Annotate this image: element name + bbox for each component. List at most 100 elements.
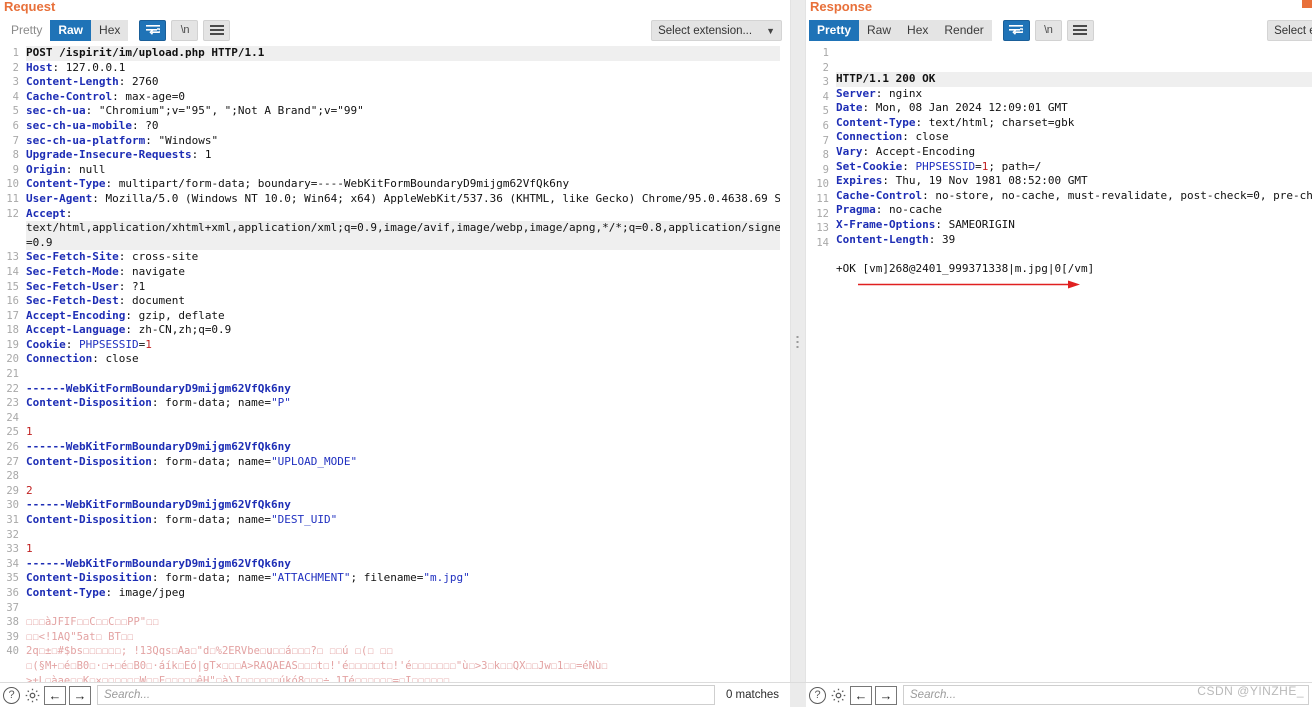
- panes-container: Request Pretty Raw Hex \n Select extensi…: [0, 0, 1312, 682]
- code-line: Content-Disposition: form-data; name="P": [26, 396, 790, 411]
- request-vertical-scrollbar[interactable]: [780, 44, 790, 682]
- code-token: Cache-Control: [836, 188, 923, 202]
- response-editor[interactable]: 1 2 3 4 5 6 7 8 9 10 11 12 13 14 HTTP/1.1 200 OK Serve…: [806, 44, 1312, 682]
- response-tab-raw[interactable]: Raw: [859, 19, 900, 41]
- line-number: 11: [816, 192, 829, 205]
- menu-icon[interactable]: [203, 19, 231, 41]
- word-wrap-icon[interactable]: [139, 19, 167, 41]
- request-tab-raw[interactable]: Raw: [50, 19, 92, 41]
- response-tab-pretty[interactable]: Pretty: [809, 19, 860, 41]
- line-number: 21: [6, 368, 19, 381]
- line-number: 1: [12, 47, 19, 59]
- line-number: 28: [6, 470, 19, 483]
- code-line: Vary: Accept-Encoding: [836, 145, 1312, 160]
- code-token: Content-Type: [836, 115, 916, 129]
- code-line: X-Frame-Options: SAMEORIGIN: [836, 218, 1312, 233]
- code-token: sec-ch-ua-mobile: [26, 118, 132, 132]
- response-code[interactable]: HTTP/1.1 200 OK Server: nginx Date: Mon, 0…: [832, 44, 1312, 682]
- line-number: 9: [822, 163, 829, 176]
- request-tab-pretty[interactable]: Pretty: [3, 20, 50, 41]
- code-token: Content-Length: [26, 75, 119, 89]
- code-line: Accept:: [26, 207, 790, 222]
- code-token: "ATTACHMENT": [271, 571, 351, 585]
- word-wrap-icon[interactable]: [1002, 19, 1030, 41]
- search-prev-button[interactable]: ←: [44, 685, 66, 705]
- line-number: 22: [6, 382, 19, 395]
- code-line: Cookie: PHPSESSID=1: [26, 338, 790, 353]
- code-token: : close: [92, 352, 139, 366]
- menu-icon[interactable]: [1066, 19, 1094, 41]
- code-token: : Mon, 08 Jan 2024 12:09:01 GMT: [862, 101, 1068, 115]
- line-number: 33: [6, 543, 19, 556]
- response-tab-render[interactable]: Render: [936, 19, 992, 41]
- line-number: 38: [6, 616, 19, 629]
- code-line: Set-Cookie: PHPSESSID=1; path=/: [836, 160, 1312, 175]
- code-token: sec-ch-ua-platform: [26, 133, 146, 147]
- code-token: "m.jpg": [423, 571, 470, 585]
- line-number: 13: [6, 251, 19, 264]
- splitter-grip-icon[interactable]: [796, 336, 800, 351]
- code-token: Sec-Fetch-Mode: [26, 264, 119, 278]
- code-line: 2: [26, 484, 790, 499]
- request-code[interactable]: POST /ispirit/im/upload.php HTTP/1.1 Host…: [22, 44, 790, 682]
- code-token: : ?1: [118, 279, 146, 293]
- gear-icon[interactable]: [23, 686, 41, 704]
- code-token: : SAMEORIGIN: [935, 217, 1015, 231]
- code-line: ------WebKitFormBoundaryD9mijgm62VfQk6ny: [26, 382, 790, 397]
- line-number: 36: [6, 586, 19, 599]
- code-token: Accept-Encoding: [26, 308, 126, 322]
- response-select-extension-dropdown[interactable]: Select exte: [1267, 20, 1312, 41]
- code-token: ☐☐<!1AQ"5at☐ BT☐☐: [26, 630, 134, 643]
- response-tab-hex[interactable]: Hex: [899, 19, 937, 41]
- code-line: ------WebKitFormBoundaryD9mijgm62VfQk6ny: [26, 498, 790, 513]
- help-icon[interactable]: ?: [809, 686, 826, 704]
- show-newlines-icon[interactable]: \n: [171, 19, 199, 41]
- request-search-input[interactable]: Search...: [97, 685, 715, 705]
- gear-icon[interactable]: [829, 686, 847, 704]
- line-number: 14: [6, 265, 19, 278]
- code-line: Content-Disposition: form-data; name="DE…: [26, 513, 790, 528]
- response-accent-bar: [1302, 0, 1312, 8]
- code-line: Pragma: no-cache: [836, 203, 1312, 218]
- search-next-button[interactable]: →: [69, 685, 91, 705]
- code-line: Content-Type: text/html; charset=gbk: [836, 116, 1312, 131]
- line-number: 12: [6, 207, 19, 220]
- code-token: =0.9: [26, 235, 53, 249]
- pane-splitter[interactable]: [790, 0, 806, 682]
- request-editor[interactable]: 1 2 3 4 5 6 7 8 9 10 11 12 13 14 15 16 17 18 19 20 21 22 23 24 2…: [0, 44, 790, 682]
- code-line: =0.9: [26, 235, 790, 251]
- line-number: 24: [6, 411, 19, 424]
- help-icon[interactable]: ?: [3, 686, 20, 704]
- line-number: 5: [822, 105, 829, 118]
- code-token: Content-Type: [26, 585, 106, 599]
- request-select-extension-label: Select extension...: [658, 24, 753, 37]
- code-line: Connection: close: [836, 130, 1312, 145]
- line-number: [0, 659, 19, 674]
- newline-glyph: \n: [1044, 24, 1053, 36]
- line-number: 5: [12, 105, 19, 118]
- code-token: : cross-site: [118, 250, 199, 264]
- line-number: 8: [12, 149, 19, 162]
- code-token: : multipart/form-data; boundary=----WebK…: [105, 177, 570, 191]
- request-select-extension-dropdown[interactable]: Select extension... ▼: [651, 20, 782, 41]
- code-line: Sec-Fetch-Site: cross-site: [26, 250, 790, 265]
- code-token: : null: [65, 162, 106, 176]
- status-bar: ? ← → Search... 0 matches ? ← → Search..…: [0, 682, 1312, 707]
- request-match-count: 0 matches: [725, 689, 779, 701]
- code-token: Origin: [26, 162, 66, 176]
- code-token: : Mozilla/5.0 (Windows NT 10.0; Win64; x…: [92, 191, 790, 205]
- search-prev-button[interactable]: ←: [850, 685, 872, 705]
- show-newlines-icon[interactable]: \n: [1034, 19, 1062, 41]
- code-token: POST /ispirit/im/upload.php HTTP/1.1: [26, 46, 265, 59]
- code-line: Sec-Fetch-User: ?1: [26, 280, 790, 295]
- request-tab-hex[interactable]: Hex: [91, 19, 129, 41]
- code-line: Cache-Control: no-store, no-cache, must-…: [836, 189, 1312, 204]
- line-number: 10: [6, 178, 19, 191]
- request-toolbar: Pretty Raw Hex \n Select extension... ▼: [0, 16, 790, 44]
- request-view-tabs: Pretty Raw Hex: [3, 19, 129, 41]
- search-next-button[interactable]: →: [875, 685, 897, 705]
- request-pane: Request Pretty Raw Hex \n Select extensi…: [0, 0, 790, 682]
- line-number: 6: [12, 119, 19, 132]
